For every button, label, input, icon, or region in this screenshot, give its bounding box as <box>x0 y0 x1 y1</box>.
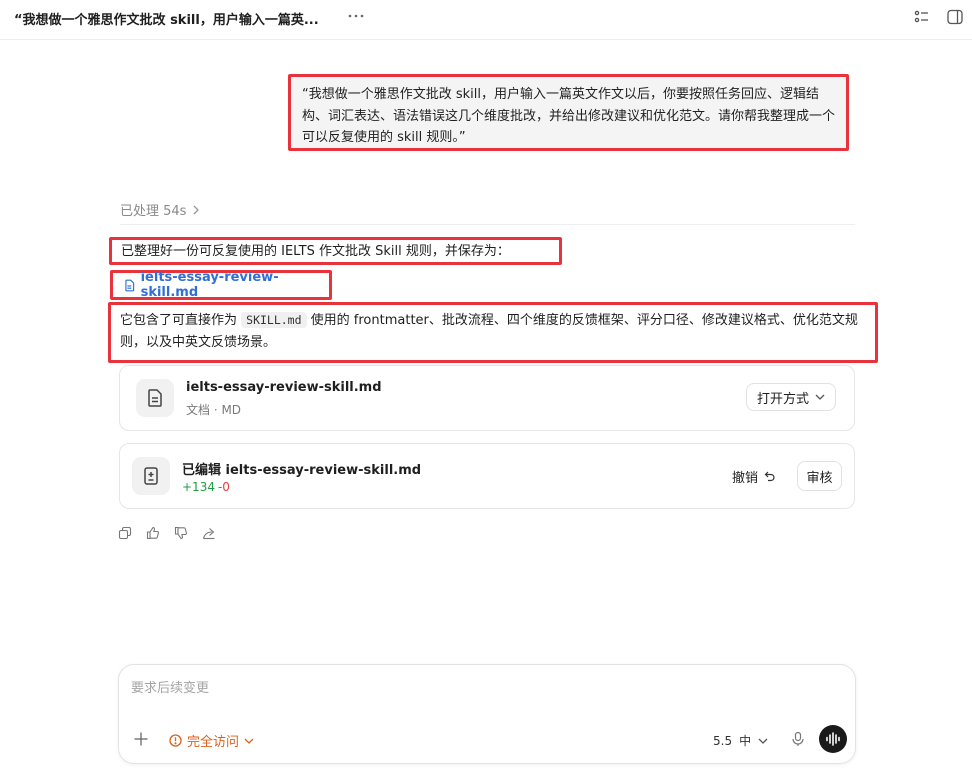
chevron-down-icon <box>815 394 825 400</box>
thumbs-down-icon[interactable] <box>174 526 188 540</box>
response-description: 它包含了可直接作为 SKILL.md 使用的 frontmatter、批改流程、… <box>108 302 878 363</box>
file-card[interactable]: ielts-essay-review-skill.md 文档 · MD 打开方式 <box>119 365 855 431</box>
file-card-name: ielts-essay-review-skill.md <box>186 380 382 395</box>
user-message-text: “我想做一个雅思作文批改 skill，用户输入一篇英文作文以后，你要按照任务回应… <box>302 87 836 145</box>
model-selector[interactable]: 5.5 中 <box>713 732 768 749</box>
thumbs-up-icon[interactable] <box>146 526 160 540</box>
edit-card-name: ielts-essay-review-skill.md <box>225 463 422 478</box>
follow-up-input[interactable] <box>131 677 831 699</box>
checklist-icon <box>914 10 928 23</box>
file-diff-icon <box>144 467 158 485</box>
chevron-down-icon <box>758 738 768 744</box>
edit-card-title: 已编辑 ielts-essay-review-skill.md <box>182 459 421 478</box>
undo-button[interactable]: 撤销 <box>732 463 775 489</box>
processed-toggle[interactable]: 已处理 54s <box>120 200 200 219</box>
processed-label: 已处理 54s <box>120 204 187 219</box>
model-version: 5.5 <box>713 733 733 748</box>
document-icon <box>125 279 135 291</box>
file-link-text[interactable]: ielts-essay-review-skill.md <box>141 270 329 300</box>
diff-stats: +134 -0 <box>182 480 230 494</box>
file-document-icon <box>148 389 162 407</box>
toggle-sidebar-button[interactable] <box>946 8 964 26</box>
top-bar: “我想做一个雅思作文批改 skill，用户输入一篇英... <box>0 0 972 40</box>
file-card-meta: 文档 · MD <box>186 403 242 417</box>
waveform-icon <box>826 732 840 746</box>
sidebar-panel-icon <box>947 9 963 25</box>
access-mode-button[interactable]: 完全访问 <box>169 731 254 750</box>
divider <box>120 224 855 225</box>
undo-label: 撤销 <box>732 470 759 486</box>
message-actions <box>118 526 216 540</box>
list-view-button[interactable] <box>913 8 931 26</box>
thread-title[interactable]: “我想做一个雅思作文批改 skill，用户输入一篇英... <box>14 9 319 28</box>
open-with-label: 打开方式 <box>757 391 810 407</box>
plus-icon[interactable] <box>133 731 149 747</box>
edit-card: 已编辑 ielts-essay-review-skill.md +134 -0 撤… <box>119 443 855 509</box>
lines-added: +134 <box>182 480 215 494</box>
edit-card-prefix: 已编辑 <box>182 463 226 478</box>
access-mode-label: 完全访问 <box>187 735 240 750</box>
response-line-1: 已整理好一份可反复使用的 IELTS 作文批改 Skill 规则，并保存为： <box>121 244 510 259</box>
lines-removed: -0 <box>217 480 230 494</box>
edit-icon-box <box>132 457 170 495</box>
review-button[interactable]: 审核 <box>797 461 842 491</box>
ellipsis-icon <box>348 14 364 18</box>
inline-code: SKILL.md <box>241 312 307 328</box>
user-message-bubble: “我想做一个雅思作文批改 skill，用户输入一篇英文作文以后，你要按照任务回应… <box>288 74 849 151</box>
model-level: 中 <box>739 734 752 748</box>
file-link[interactable]: ielts-essay-review-skill.md <box>110 270 332 300</box>
more-options-button[interactable] <box>346 6 366 26</box>
review-label: 审核 <box>806 470 833 486</box>
warning-circle-icon <box>169 734 182 747</box>
file-icon-box <box>136 379 174 417</box>
composer: 完全访问 5.5 中 <box>118 664 856 764</box>
microphone-icon[interactable] <box>791 731 805 747</box>
voice-mode-button[interactable] <box>819 725 847 753</box>
chevron-right-icon <box>193 205 200 214</box>
share-icon[interactable] <box>202 526 216 540</box>
chevron-down-icon <box>244 738 254 744</box>
undo-icon <box>764 471 775 481</box>
copy-icon[interactable] <box>118 526 132 540</box>
response-line-2-prefix: 它包含了可直接作为 <box>120 313 242 328</box>
open-with-button[interactable]: 打开方式 <box>746 383 837 411</box>
response-summary: 已整理好一份可反复使用的 IELTS 作文批改 Skill 规则，并保存为： <box>109 237 562 265</box>
